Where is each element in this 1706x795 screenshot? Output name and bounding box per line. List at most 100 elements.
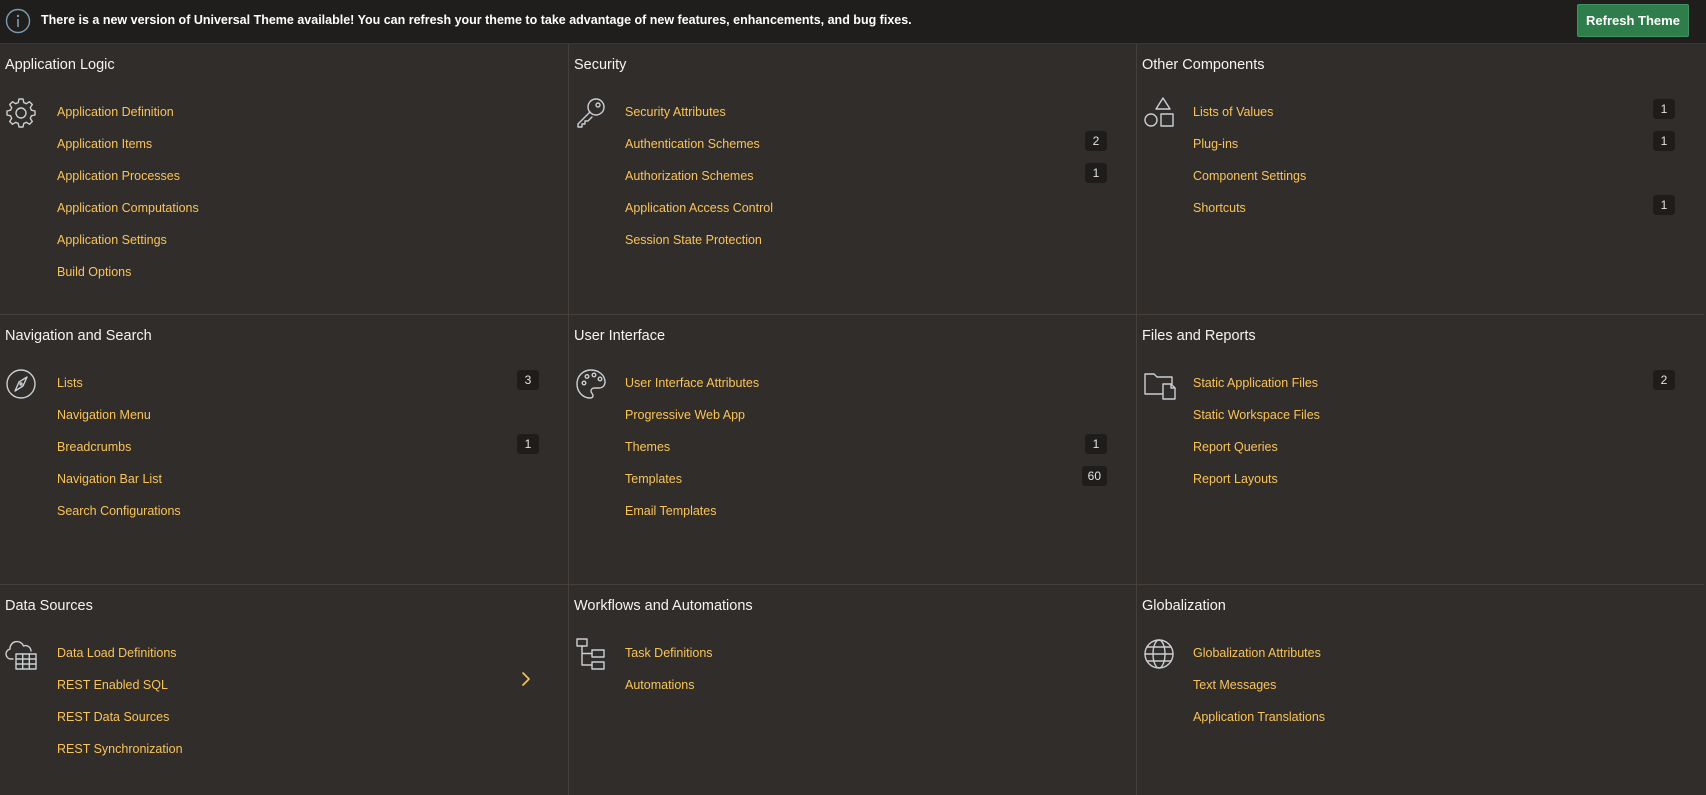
shapes-icon (1144, 97, 1174, 127)
link-report-layouts[interactable]: Report Layouts (1193, 472, 1278, 486)
panel-title: Application Logic (5, 57, 115, 73)
link-list: User Interface Attributes Progressive We… (625, 373, 1107, 533)
count-badge: 60 (1081, 466, 1107, 486)
link-application-items[interactable]: Application Items (57, 137, 152, 151)
link-list: Data Load Definitions REST Enabled SQL R… (57, 643, 539, 771)
folder-file-icon (1144, 373, 1176, 400)
list-item: Lists of Values 1 (1193, 99, 1675, 134)
list-item: Application Processes (57, 166, 539, 198)
link-application-computations[interactable]: Application Computations (57, 201, 199, 215)
list-item: Breadcrumbs 1 (57, 434, 539, 469)
link-plug-ins[interactable]: Plug-ins (1193, 137, 1238, 151)
link-navigation-bar-list[interactable]: Navigation Bar List (57, 472, 162, 486)
link-component-settings[interactable]: Component Settings (1193, 169, 1306, 183)
list-item: Shortcuts 1 (1193, 195, 1675, 230)
panel-title: Files and Reports (1142, 328, 1256, 344)
link-application-access-control[interactable]: Application Access Control (625, 201, 773, 215)
link-session-state-protection[interactable]: Session State Protection (625, 233, 762, 247)
link-application-settings[interactable]: Application Settings (57, 233, 167, 247)
link-list: Security Attributes Authentication Schem… (625, 102, 1107, 262)
key-icon (577, 98, 605, 128)
link-rest-data-sources[interactable]: REST Data Sources (57, 710, 169, 724)
link-rest-enabled-sql[interactable]: REST Enabled SQL (57, 678, 168, 692)
link-automations[interactable]: Automations (625, 678, 694, 692)
link-themes[interactable]: Themes (625, 440, 670, 454)
globe-icon (1144, 639, 1174, 669)
link-static-workspace-files[interactable]: Static Workspace Files (1193, 408, 1320, 422)
link-progressive-web-app[interactable]: Progressive Web App (625, 408, 745, 422)
banner-message: There is a new version of Universal Them… (41, 13, 912, 27)
list-item: Authentication Schemes 2 (625, 131, 1107, 166)
list-item: Application Settings (57, 230, 539, 262)
count-badge: 3 (517, 370, 539, 390)
shared-components-grid: Application Logic Application Definition… (0, 44, 1704, 795)
list-item: Progressive Web App (625, 405, 1107, 437)
link-application-processes[interactable]: Application Processes (57, 169, 180, 183)
link-shortcuts[interactable]: Shortcuts (1193, 201, 1246, 215)
count-badge: 1 (1085, 163, 1107, 183)
link-authorization-schemes[interactable]: Authorization Schemes (625, 169, 754, 183)
refresh-theme-button[interactable]: Refresh Theme (1577, 4, 1689, 37)
link-lists[interactable]: Lists (57, 376, 83, 390)
panel-title: User Interface (574, 328, 666, 344)
chevron-right-icon[interactable] (519, 668, 533, 690)
link-navigation-menu[interactable]: Navigation Menu (57, 408, 151, 422)
panel-globalization: Globalization Globalization Attributes T… (1136, 584, 1704, 795)
link-breadcrumbs[interactable]: Breadcrumbs (57, 440, 131, 454)
link-task-definitions[interactable]: Task Definitions (625, 646, 713, 660)
link-user-interface-attributes[interactable]: User Interface Attributes (625, 376, 759, 390)
link-list: Lists of Values 1 Plug-ins 1 Component Set… (1193, 99, 1675, 230)
link-rest-synchronization[interactable]: REST Synchronization (57, 742, 183, 756)
palette-icon (576, 369, 606, 399)
list-item: Globalization Attributes (1193, 643, 1675, 675)
list-item: Session State Protection (625, 230, 1107, 262)
link-application-translations[interactable]: Application Translations (1193, 710, 1325, 724)
link-authentication-schemes[interactable]: Authentication Schemes (625, 137, 760, 151)
list-item: Themes 1 (625, 434, 1107, 469)
count-badge: 2 (1653, 370, 1675, 390)
panel-application-logic: Application Logic Application Definition… (0, 44, 568, 314)
panel-workflows-and-automations: Workflows and Automations Task Definitio… (568, 584, 1136, 795)
panel-title: Globalization (1142, 598, 1226, 614)
list-item: Component Settings (1193, 166, 1675, 198)
panel-title: Data Sources (5, 598, 93, 614)
list-item: Application Translations (1193, 707, 1675, 739)
count-badge: 1 (517, 434, 539, 454)
link-text-messages[interactable]: Text Messages (1193, 678, 1276, 692)
list-item: Report Layouts (1193, 469, 1675, 501)
count-badge: 1 (1653, 99, 1675, 119)
link-email-templates[interactable]: Email Templates (625, 504, 716, 518)
link-search-configurations[interactable]: Search Configurations (57, 504, 181, 518)
list-item: Build Options (57, 262, 539, 294)
panel-security: Security Security Attributes Authenticat… (568, 44, 1136, 314)
info-icon (5, 8, 31, 34)
link-security-attributes[interactable]: Security Attributes (625, 105, 726, 119)
link-lists-of-values[interactable]: Lists of Values (1193, 105, 1273, 119)
list-item: Data Load Definitions (57, 643, 539, 675)
list-item: Report Queries (1193, 437, 1675, 469)
list-item: Navigation Menu (57, 405, 539, 437)
list-item: User Interface Attributes (625, 373, 1107, 405)
cloud-table-icon (5, 640, 37, 670)
count-badge: 2 (1085, 131, 1107, 151)
link-list: Application Definition Application Items… (57, 102, 539, 294)
link-data-load-definitions[interactable]: Data Load Definitions (57, 646, 177, 660)
link-build-options[interactable]: Build Options (57, 265, 131, 279)
link-application-definition[interactable]: Application Definition (57, 105, 174, 119)
link-templates[interactable]: Templates (625, 472, 682, 486)
link-report-queries[interactable]: Report Queries (1193, 440, 1278, 454)
list-item: Static Workspace Files (1193, 405, 1675, 437)
workflow-icon (576, 638, 605, 670)
link-globalization-attributes[interactable]: Globalization Attributes (1193, 646, 1321, 660)
list-item: Plug-ins 1 (1193, 131, 1675, 166)
panel-title: Navigation and Search (5, 328, 152, 344)
list-item: Automations (625, 675, 1107, 707)
link-static-application-files[interactable]: Static Application Files (1193, 376, 1318, 390)
count-badge: 1 (1653, 131, 1675, 151)
panel-title: Other Components (1142, 57, 1265, 73)
list-item: Application Items (57, 134, 539, 166)
list-item: Email Templates (625, 501, 1107, 533)
panel-files-and-reports: Files and Reports Static Application Fil… (1136, 314, 1704, 584)
panel-navigation-and-search: Navigation and Search Lists 3 Navigation … (0, 314, 568, 584)
compass-icon (6, 369, 36, 399)
